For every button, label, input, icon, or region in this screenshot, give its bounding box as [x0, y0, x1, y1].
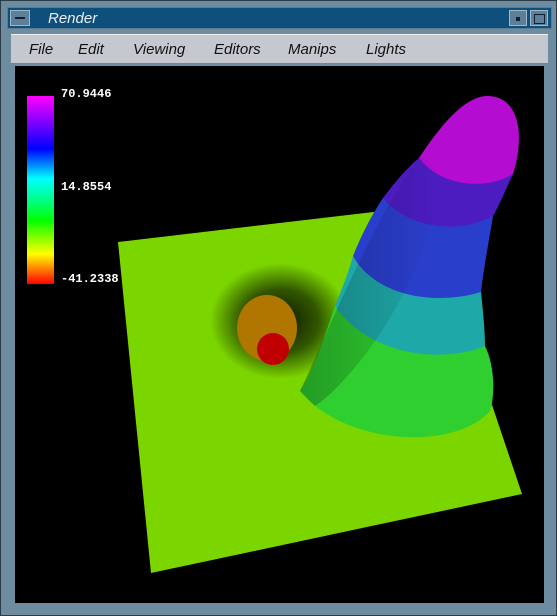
color-legend-bar — [27, 96, 54, 284]
legend-mid-label: 14.8554 — [61, 180, 112, 194]
menu-manips[interactable]: Manips — [288, 41, 336, 58]
legend-min-label: -41.2338 — [61, 272, 119, 286]
menu-bar: File Edit Viewing Editors Manips Lights — [11, 34, 548, 64]
window-frame: Render File Edit Viewing Editors Manips … — [0, 0, 557, 616]
menu-edit[interactable]: Edit — [78, 41, 104, 58]
legend-max-label: 70.9446 — [61, 87, 112, 101]
title-bar[interactable]: Render — [7, 7, 552, 29]
render-viewport[interactable]: 70.9446 14.8554 -41.2338 — [15, 66, 544, 603]
surface-plot[interactable] — [15, 66, 544, 603]
menu-editors[interactable]: Editors — [214, 41, 261, 58]
window-title: Render — [48, 10, 98, 27]
surface-pit-red — [257, 333, 289, 365]
minimize-button[interactable] — [509, 10, 527, 26]
maximize-button[interactable] — [530, 10, 548, 26]
menu-viewing[interactable]: Viewing — [133, 41, 185, 58]
window-menu-button[interactable] — [10, 10, 30, 26]
menu-lights[interactable]: Lights — [366, 41, 406, 58]
menu-file[interactable]: File — [29, 41, 53, 58]
